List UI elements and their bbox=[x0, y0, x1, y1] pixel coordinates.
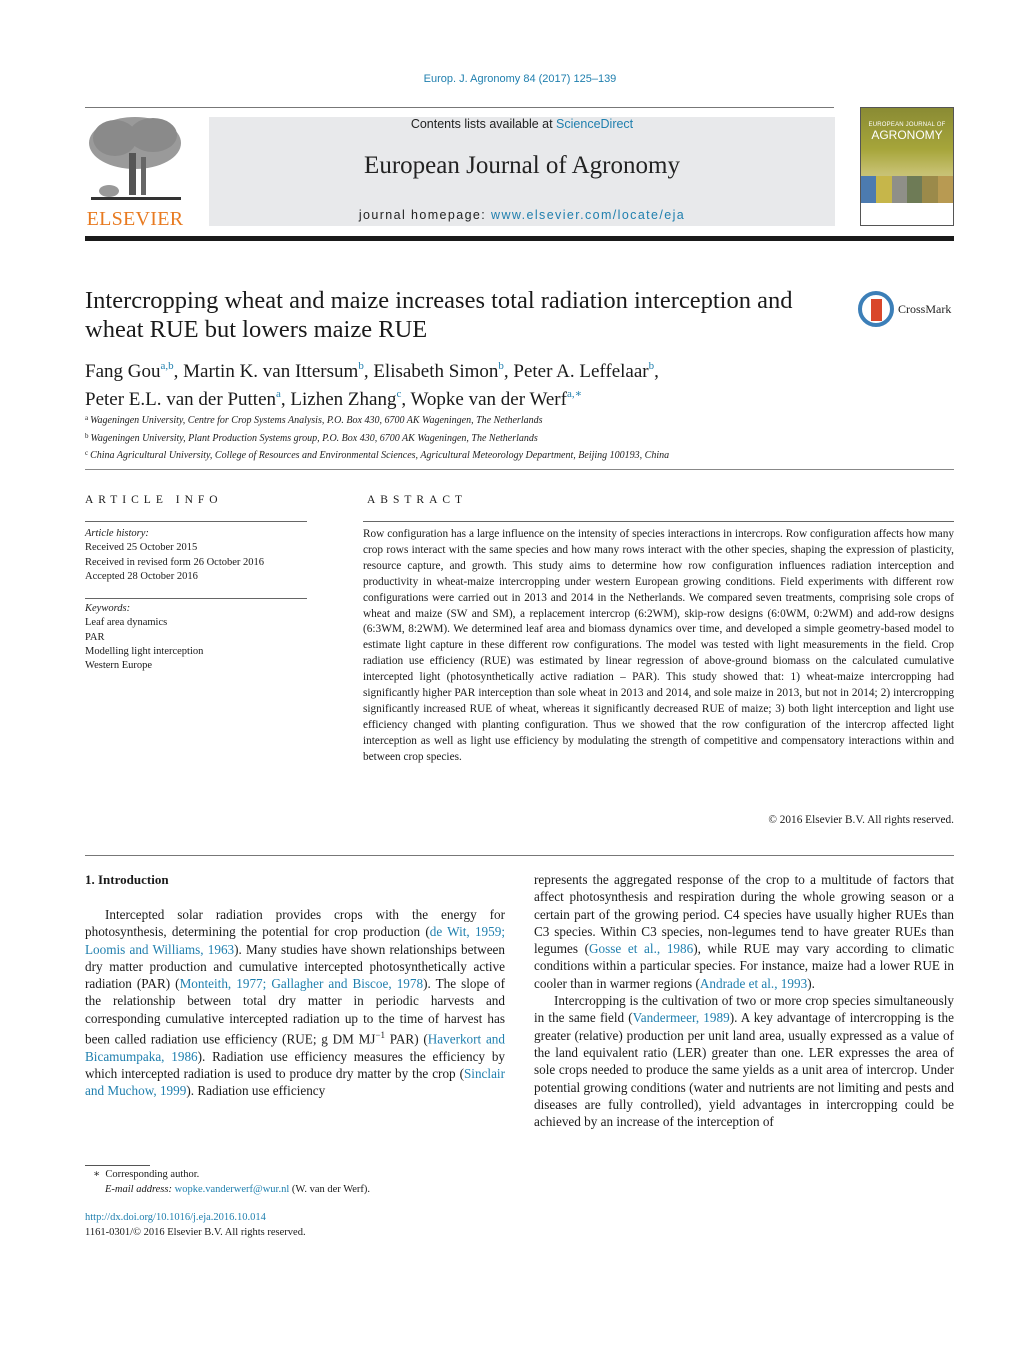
text-run: PAR) ( bbox=[385, 1031, 428, 1047]
footnote-star: ∗ bbox=[93, 1169, 101, 1180]
body-column-left: Intercepted solar radiation provides cro… bbox=[85, 906, 505, 1100]
keywords: Keywords: Leaf area dynamics PAR Modelli… bbox=[85, 602, 315, 673]
article-info-rule bbox=[85, 521, 307, 522]
journal-citation[interactable]: Europ. J. Agronomy 84 (2017) 125–139 bbox=[0, 73, 1020, 85]
journal-citation-link[interactable]: Europ. J. Agronomy 84 (2017) 125–139 bbox=[424, 73, 617, 85]
issn-copyright: 1161-0301/© 2016 Elsevier B.V. All right… bbox=[85, 1226, 306, 1238]
footnote: ∗ Corresponding author. E-mail address: … bbox=[93, 1169, 371, 1195]
history-item: Received 25 October 2015 bbox=[85, 542, 198, 554]
abstract-text: Row configuration has a large influence … bbox=[363, 528, 954, 763]
sciencedirect-link[interactable]: ScienceDirect bbox=[556, 117, 633, 131]
abstract-copyright: © 2016 Elsevier B.V. All rights reserved… bbox=[768, 814, 954, 826]
article-history: Article history: Received 25 October 201… bbox=[85, 527, 315, 584]
affiliation-divider bbox=[85, 469, 954, 470]
journal-homepage: journal homepage: www.elsevier.com/locat… bbox=[358, 208, 686, 222]
author[interactable]: Peter A. Leffelaarb bbox=[513, 360, 654, 382]
journal-homepage-link[interactable]: www.elsevier.com/locate/eja bbox=[491, 208, 685, 222]
doi-link[interactable]: http://dx.doi.org/10.1016/j.eja.2016.10.… bbox=[85, 1212, 266, 1223]
cover-big-title: AGRONOMY bbox=[871, 128, 943, 142]
email-label: E-mail address: bbox=[105, 1183, 172, 1195]
contents-availability: Contents lists available at ScienceDirec… bbox=[410, 117, 634, 131]
keyword-item: Western Europe bbox=[85, 660, 153, 672]
keyword-item: Leaf area dynamics bbox=[85, 617, 168, 629]
author[interactable]: Peter E.L. van der Puttena bbox=[85, 388, 281, 410]
citation-link[interactable]: Andrade et al., 1993 bbox=[700, 976, 807, 991]
corresponding-author-note: Corresponding author. bbox=[105, 1169, 200, 1180]
email-link[interactable]: wopke.vanderwerf@wur.nl bbox=[175, 1184, 290, 1195]
author-list: Fang Goua,b, Martin K. van Ittersumb, El… bbox=[85, 360, 659, 410]
citation-link[interactable]: Gosse et al., 1986 bbox=[589, 941, 693, 956]
author[interactable]: Fang Goua,b bbox=[85, 360, 174, 382]
author[interactable]: Elisabeth Simonb bbox=[373, 360, 504, 382]
journal-cover-thumbnail[interactable]: EUROPEAN JOURNAL OF AGRONOMY bbox=[860, 107, 954, 226]
cover-photo-strip bbox=[861, 176, 953, 203]
body-divider bbox=[85, 855, 954, 856]
introduction-heading: 1. Introduction bbox=[85, 872, 169, 887]
affiliation-item: c China Agricultural University, College … bbox=[85, 449, 670, 461]
cover-footer bbox=[861, 203, 953, 225]
abstract-rule bbox=[363, 521, 954, 522]
abstract-heading: ABSTRACT bbox=[367, 494, 468, 506]
keywords-rule bbox=[85, 598, 307, 599]
crossmark-icon bbox=[858, 291, 894, 327]
affiliation-item: a Wageningen University, Centre for Crop … bbox=[85, 414, 543, 426]
keyword-item: PAR bbox=[85, 631, 105, 643]
text-run: ). Radiation use efficiency bbox=[186, 1083, 326, 1099]
citation-link[interactable]: Vandermeer, 1989 bbox=[633, 1010, 730, 1025]
superscript: −1 bbox=[375, 1030, 386, 1041]
journal-title: European Journal of Agronomy bbox=[364, 152, 680, 179]
elsevier-logo[interactable]: ELSEVIER bbox=[85, 113, 185, 230]
elsevier-tree-icon bbox=[89, 117, 181, 200]
affiliation-item: b Wageningen University, Plant Production… bbox=[85, 431, 538, 444]
paragraph: Intercepted solar radiation provides cro… bbox=[85, 906, 505, 1100]
elsevier-wordmark: ELSEVIER bbox=[86, 208, 184, 230]
doi-block: http://dx.doi.org/10.1016/j.eja.2016.10.… bbox=[85, 1211, 505, 1240]
author[interactable]: Martin K. van Ittersumb bbox=[183, 360, 364, 382]
paragraph: represents the aggregated response of th… bbox=[534, 871, 954, 992]
keywords-label: Keywords: bbox=[85, 603, 131, 614]
body-column-right: represents the aggregated response of th… bbox=[534, 871, 954, 1130]
article-history-label: Article history: bbox=[85, 528, 149, 539]
article-info-heading: ARTICLE INFO bbox=[85, 494, 223, 506]
author-corresponding[interactable]: Wopke van der Werfa,∗ bbox=[411, 388, 583, 410]
citation-link[interactable]: Monteith, 1977; Gallagher and Biscoe, 19… bbox=[180, 976, 424, 991]
header-divider bbox=[85, 236, 954, 241]
paragraph: Intercropping is the cultivation of two … bbox=[534, 992, 954, 1130]
article-title: Intercropping wheat and maize increases … bbox=[85, 287, 793, 343]
author[interactable]: Lizhen Zhangc bbox=[290, 388, 401, 410]
crossmark-button[interactable]: CrossMark bbox=[858, 290, 958, 330]
keyword-item: Modelling light interception bbox=[85, 645, 204, 657]
text-run: ). A key advan­tage of intercropping is … bbox=[534, 1010, 954, 1130]
header-rule bbox=[85, 107, 834, 108]
footnote-rule bbox=[85, 1165, 150, 1166]
history-item: Accepted 28 October 2016 bbox=[85, 570, 198, 582]
crossmark-label: CrossMark bbox=[898, 302, 952, 316]
history-item: Received in revised form 26 October 2016 bbox=[85, 556, 265, 568]
affiliation-list: a Wageningen University, Centre for Crop … bbox=[85, 411, 954, 464]
text-run: ). bbox=[807, 975, 815, 991]
